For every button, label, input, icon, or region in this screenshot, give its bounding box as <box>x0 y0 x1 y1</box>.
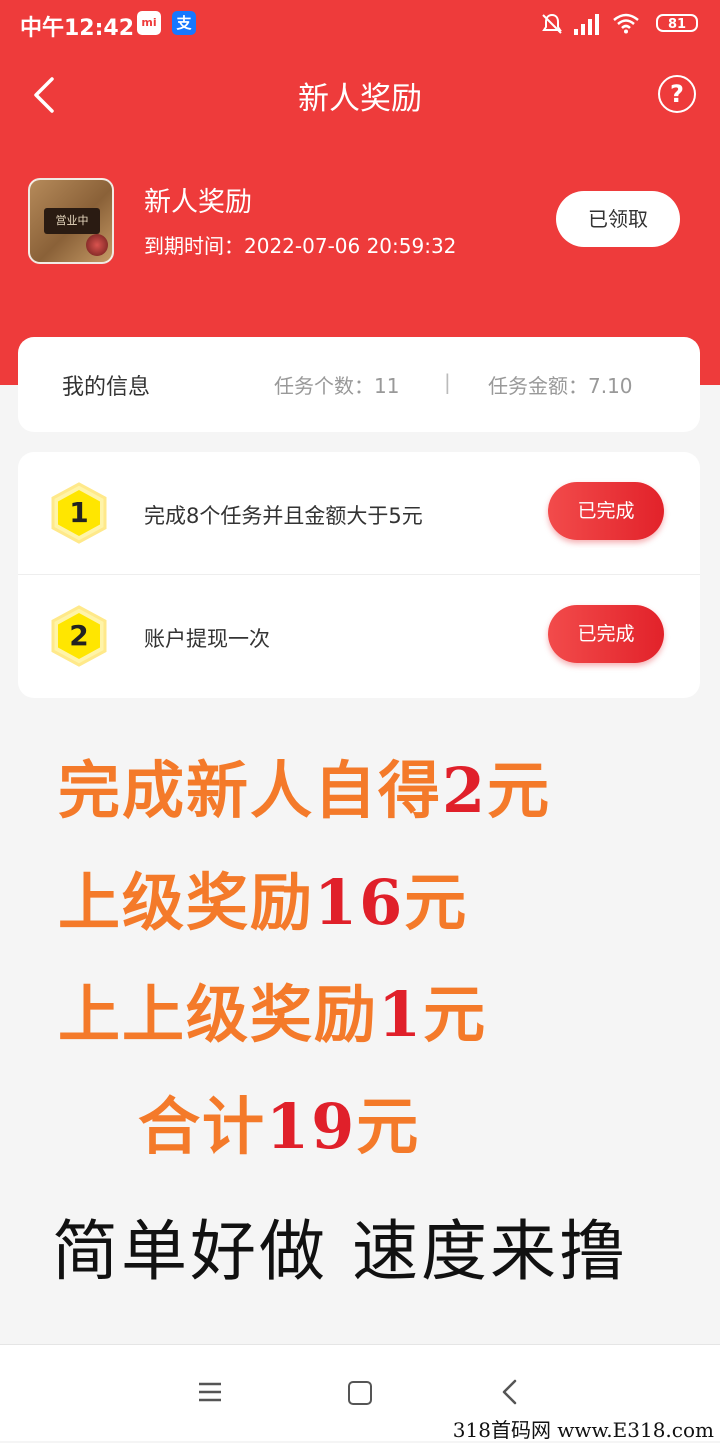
signal-icon <box>574 14 599 35</box>
task-index: 2 <box>69 619 89 652</box>
promo-line-1: 完成新人自得2元 <box>58 754 552 827</box>
mi-app-icon: mi <box>137 11 161 35</box>
reward-expiry: 到期时间：2022-07-06 20:59:32 <box>144 234 457 258</box>
status-indicators: 81 <box>540 12 700 36</box>
task-index: 1 <box>69 496 89 529</box>
promo-line-3: 上上级奖励1元 <box>58 978 488 1051</box>
battery-icon: 81 <box>656 14 698 32</box>
menu-icon[interactable] <box>198 1382 222 1402</box>
thumbnail-sign: 営业中 <box>44 208 100 234</box>
my-info-card: 我的信息 任务个数：11 | 任务金额：7.10 <box>18 337 700 432</box>
reward-header: 営业中 新人奖励 到期时间：2022-07-06 20:59:32 已领取 <box>28 178 692 268</box>
reward-title: 新人奖励 <box>144 187 252 218</box>
thumbnail-flower <box>86 234 108 256</box>
mute-bell-icon <box>542 13 562 34</box>
promo-slogan: 简单好做 速度来撸 <box>52 1213 628 1290</box>
top-nav: 新人奖励 ? <box>0 55 720 135</box>
question-circle-icon[interactable]: ? <box>658 75 696 113</box>
reward-thumbnail: 営业中 <box>28 178 114 264</box>
my-info-title: 我的信息 <box>62 375 151 400</box>
task-description: 账户提现一次 <box>144 627 270 651</box>
status-time: 中午12:42 <box>20 16 135 41</box>
home-square-icon[interactable] <box>348 1381 372 1405</box>
page-title: 新人奖励 <box>298 81 422 117</box>
task-description: 完成8个任务并且金额大于5元 <box>144 504 423 528</box>
wifi-icon <box>613 13 639 34</box>
alipay-app-icon: 支 <box>172 11 196 35</box>
task-amount: 任务金额：7.10 <box>488 374 633 398</box>
task-status-button[interactable]: 已完成 <box>548 482 664 540</box>
info-separator: | <box>444 370 451 394</box>
promo-line-total: 合计19元 <box>138 1090 421 1163</box>
task-status-button[interactable]: 已完成 <box>548 605 664 663</box>
promo-line-2: 上级奖励16元 <box>58 866 469 939</box>
task-list: 1 完成8个任务并且金额大于5元 已完成 2 账户提现一次 已完成 <box>18 452 700 698</box>
task-item: 2 账户提现一次 已完成 <box>18 575 700 697</box>
back-arrow-icon[interactable] <box>500 1379 520 1405</box>
site-watermark: 318首码网 www.E318.com <box>452 1418 714 1442</box>
claimed-button[interactable]: 已领取 <box>556 191 680 247</box>
task-item: 1 完成8个任务并且金额大于5元 已完成 <box>18 452 700 575</box>
task-count: 任务个数：11 <box>274 374 400 398</box>
status-bar: 中午12:42 mi 支 81 <box>0 0 720 50</box>
